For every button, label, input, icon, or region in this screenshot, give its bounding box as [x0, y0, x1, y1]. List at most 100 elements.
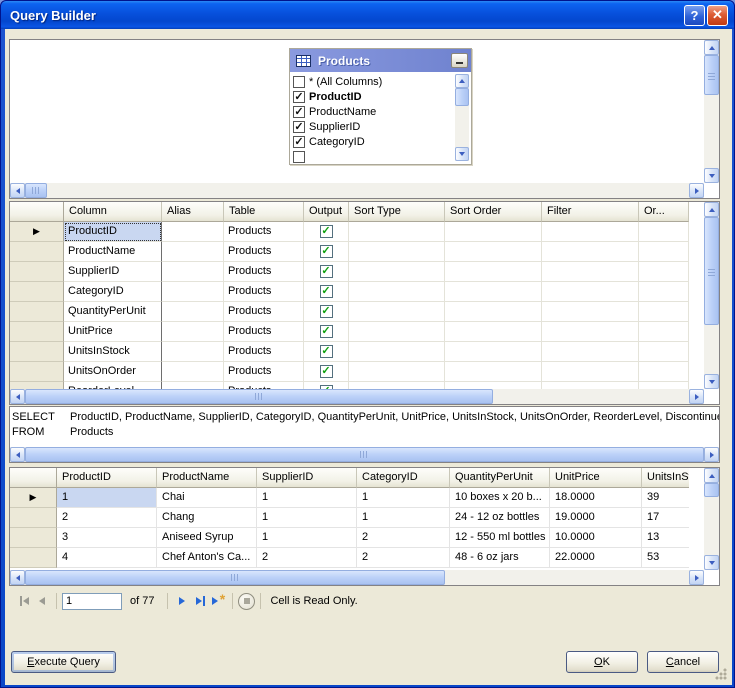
cell-output[interactable]: ✓ [304, 222, 349, 242]
criteria-vertical-scrollbar[interactable] [704, 202, 719, 389]
result-cell[interactable]: 1 [357, 508, 450, 528]
scroll-left-button[interactable] [10, 389, 25, 404]
cell-output[interactable]: ✓ [304, 242, 349, 262]
criteria-header-filter[interactable]: Filter [542, 202, 639, 222]
cell-column[interactable]: CategoryID [64, 282, 162, 302]
scroll-up-button[interactable] [455, 74, 469, 88]
cell-sort-order[interactable] [445, 222, 542, 242]
cell-output[interactable]: ✓ [304, 282, 349, 302]
first-record-button[interactable] [15, 592, 33, 610]
output-checkbox[interactable]: ✓ [320, 225, 333, 238]
row-header[interactable] [10, 528, 57, 548]
column-list-item[interactable]: ✓ SupplierID [293, 119, 469, 134]
result-cell[interactable]: 2 [257, 548, 357, 568]
scrollbar-track[interactable] [445, 570, 689, 585]
cell-sort-type[interactable] [349, 362, 445, 382]
sql-horizontal-scrollbar[interactable] [10, 447, 719, 462]
criteria-header-or[interactable]: Or... [639, 202, 689, 222]
row-header[interactable]: ▶ [10, 222, 64, 242]
sql-text[interactable]: SELECT ProductID, ProductName, SupplierI… [10, 407, 719, 447]
cell-or[interactable] [639, 262, 689, 282]
row-header[interactable] [10, 548, 57, 568]
cancel-button[interactable]: Cancel [647, 651, 719, 673]
cell-or[interactable] [639, 342, 689, 362]
checkbox-checked[interactable]: ✓ [293, 121, 305, 133]
cell-sort-type[interactable] [349, 322, 445, 342]
cell-filter[interactable] [542, 242, 639, 262]
products-table-titlebar[interactable]: Products [290, 49, 471, 72]
cell-sort-order[interactable] [445, 302, 542, 322]
column-list-item[interactable]: ✓ ProductName [293, 104, 469, 119]
cell-column[interactable]: UnitPrice [64, 322, 162, 342]
checkbox-checked[interactable]: ✓ [293, 106, 305, 118]
execute-query-button[interactable]: Execute Query [11, 651, 116, 673]
cell-table[interactable]: Products [224, 222, 304, 242]
checkbox-checked[interactable]: ✓ [293, 136, 305, 148]
cell-output[interactable]: ✓ [304, 342, 349, 362]
result-cell[interactable]: 13 [642, 528, 689, 548]
results-horizontal-scrollbar[interactable] [10, 570, 704, 585]
cell-sort-order[interactable] [445, 262, 542, 282]
result-cell[interactable]: 53 [642, 548, 689, 568]
result-cell[interactable]: 39 [642, 488, 689, 508]
criteria-header-sort-type[interactable]: Sort Type [349, 202, 445, 222]
products-table-window[interactable]: Products * (All Columns) ✓ ProductID ✓ P… [289, 48, 472, 165]
scroll-left-button[interactable] [10, 447, 25, 462]
column-list-item[interactable]: ✓ ProductID [293, 89, 469, 104]
result-cell[interactable]: 4 [57, 548, 157, 568]
cell-or[interactable] [639, 302, 689, 322]
cell-table[interactable]: Products [224, 282, 304, 302]
output-checkbox[interactable]: ✓ [320, 345, 333, 358]
result-cell[interactable]: 19.0000 [550, 508, 642, 528]
diagram-vertical-scrollbar[interactable] [704, 40, 719, 183]
stop-button[interactable] [238, 593, 255, 610]
result-cell[interactable]: 2 [357, 528, 450, 548]
diagram-pane[interactable]: Products * (All Columns) ✓ ProductID ✓ P… [9, 39, 720, 199]
criteria-header-table[interactable]: Table [224, 202, 304, 222]
scrollbar-thumb[interactable] [25, 389, 493, 404]
scrollbar-track[interactable] [704, 497, 719, 555]
next-record-button[interactable] [173, 592, 191, 610]
cell-filter[interactable] [542, 362, 639, 382]
cell-alias[interactable] [162, 242, 224, 262]
result-cell[interactable]: 24 - 12 oz bottles [450, 508, 550, 528]
scrollbar-track[interactable] [455, 106, 469, 147]
cell-alias[interactable] [162, 222, 224, 242]
close-button[interactable]: ✕ [707, 5, 728, 26]
cell-sort-order[interactable] [445, 342, 542, 362]
output-checkbox[interactable]: ✓ [320, 365, 333, 378]
help-button[interactable]: ? [684, 5, 705, 26]
results-header-unitprice[interactable]: UnitPrice [550, 468, 642, 488]
output-checkbox[interactable]: ✓ [320, 245, 333, 258]
scroll-up-button[interactable] [704, 40, 719, 55]
result-cell[interactable]: Chai [157, 488, 257, 508]
output-checkbox[interactable]: ✓ [320, 325, 333, 338]
minimize-table-button[interactable] [451, 53, 468, 68]
cell-or[interactable] [639, 242, 689, 262]
scroll-up-button[interactable] [704, 468, 719, 483]
results-header-productid[interactable]: ProductID [57, 468, 157, 488]
scrollbar-thumb[interactable] [25, 447, 704, 462]
cell-or[interactable] [639, 282, 689, 302]
cell-output[interactable]: ✓ [304, 322, 349, 342]
cell-alias[interactable] [162, 302, 224, 322]
cell-column[interactable]: ProductID [64, 222, 162, 242]
cell-output[interactable]: ✓ [304, 362, 349, 382]
row-header[interactable]: ▶ [10, 488, 57, 508]
scrollbar-track[interactable] [704, 95, 719, 168]
column-list-item[interactable]: ✓ CategoryID [293, 134, 469, 149]
row-header[interactable] [10, 508, 57, 528]
results-header-categoryid[interactable]: CategoryID [357, 468, 450, 488]
output-checkbox[interactable]: ✓ [320, 265, 333, 278]
scrollbar-thumb[interactable] [704, 217, 719, 325]
scroll-down-button[interactable] [704, 555, 719, 570]
scroll-down-button[interactable] [704, 374, 719, 389]
previous-record-button[interactable] [33, 592, 51, 610]
scroll-right-button[interactable] [704, 447, 719, 462]
output-checkbox[interactable]: ✓ [320, 285, 333, 298]
cell-alias[interactable] [162, 282, 224, 302]
cell-alias[interactable] [162, 262, 224, 282]
row-header[interactable] [10, 362, 64, 382]
cell-sort-type[interactable] [349, 302, 445, 322]
results-header-quantityperunit[interactable]: QuantityPerUnit [450, 468, 550, 488]
